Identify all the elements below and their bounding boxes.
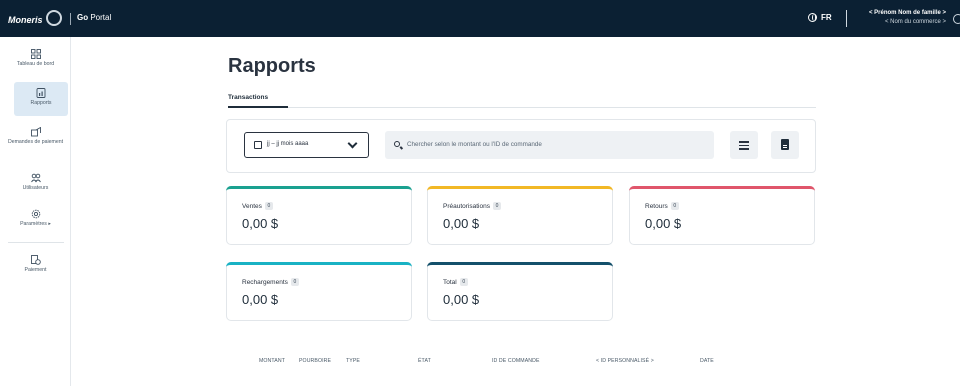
sidebar-item-label: Paramètres (20, 221, 47, 227)
moneris-logo[interactable]: Moneris (8, 10, 62, 28)
card-value: 0,00 $ (443, 216, 480, 231)
sidebar-item-payment[interactable]: Paiement (0, 255, 71, 273)
sliders-icon (739, 140, 749, 150)
card-value: 0,00 $ (443, 292, 480, 307)
sidebar-item-label: Tableau de bord (16, 61, 55, 67)
column-header-date[interactable]: DATE (700, 358, 714, 364)
card-accent (226, 186, 412, 191)
card-label: Ventes 0 (242, 202, 273, 210)
store-name: < Nom du commerce > (884, 19, 946, 25)
portal-suffix: Portal (90, 13, 112, 22)
column-header-type[interactable]: TYPE (346, 358, 360, 364)
sidebar: Tableau de bord Rapports Demandes de pai… (0, 37, 71, 386)
globe-icon (808, 13, 817, 22)
users-icon (30, 173, 41, 183)
count-badge: 0 (264, 202, 273, 210)
top-bar: Moneris Go Portal FR < Prénom Nom de fam… (0, 0, 960, 37)
card-label: Retours 0 (645, 202, 679, 210)
search-placeholder: Chercher selon le montant ou l'ID de com… (407, 141, 542, 148)
sidebar-divider (8, 242, 64, 243)
card-rechargements[interactable]: Rechargements 0 0,00 $ (226, 262, 412, 321)
user-menu[interactable]: < Prénom Nom de famille > < Nom du comme… (869, 9, 946, 27)
portal-name: Go Portal (77, 13, 111, 22)
search-icon (394, 141, 400, 147)
date-range-value: jj – jj mois aaaa (267, 141, 309, 147)
column-header-id-commande[interactable]: ID DE COMMANDE (492, 358, 540, 364)
card-value: 0,00 $ (645, 216, 682, 231)
card-ventes[interactable]: Ventes 0 0,00 $ (226, 186, 412, 245)
payment-request-icon (30, 127, 41, 137)
sidebar-item-label: Paiement (24, 267, 47, 273)
count-badge: 0 (290, 278, 299, 286)
sidebar-item-label: Rapports (30, 100, 52, 106)
card-value: 0,00 $ (242, 216, 279, 231)
card-accent (226, 262, 412, 267)
reports-icon (36, 88, 46, 98)
card-label: Préautorisations 0 (443, 202, 501, 210)
count-badge: 0 (492, 202, 501, 210)
column-header-etat[interactable]: ÉTAT (418, 358, 431, 364)
sidebar-item-label: Utilisateurs (22, 185, 49, 191)
card-total[interactable]: Total 0 0,00 $ (427, 262, 613, 321)
count-badge: 0 (670, 202, 679, 210)
card-label: Total 0 (443, 278, 468, 286)
sidebar-item-reports[interactable]: Rapports (14, 82, 68, 116)
sidebar-item-dashboard[interactable]: Tableau de bord (0, 49, 71, 67)
column-header-pourboire[interactable]: POURBOIRE (299, 358, 331, 364)
card-accent (427, 186, 613, 191)
dashboard-icon (30, 49, 41, 59)
tab-divider (228, 107, 816, 108)
user-divider (846, 10, 847, 27)
logo-divider (70, 13, 71, 25)
card-preautorisations[interactable]: Préautorisations 0 0,00 $ (427, 186, 613, 245)
page-title: Rapports (228, 55, 316, 77)
tab-transactions[interactable]: Transactions (228, 94, 268, 101)
export-button[interactable] (771, 131, 799, 159)
chevron-right-icon: ▸ (48, 221, 51, 227)
date-range-select[interactable]: jj – jj mois aaaa (244, 132, 369, 158)
sidebar-item-label: Demandes de paiement (7, 139, 64, 145)
sidebar-item-payment-requests[interactable]: Demandes de paiement (0, 127, 71, 145)
payment-icon (30, 255, 41, 265)
language-label: FR (821, 13, 832, 22)
count-badge: 0 (459, 278, 468, 286)
column-header-id-personnalise[interactable]: < ID PERSONNALISÉ > (596, 358, 654, 364)
search-input[interactable]: Chercher selon le montant ou l'ID de com… (385, 131, 714, 159)
card-label: Rechargements 0 (242, 278, 299, 286)
card-value: 0,00 $ (242, 292, 279, 307)
column-header-montant[interactable]: MONTANT (259, 358, 285, 364)
brand-name: Moneris (8, 15, 43, 25)
sidebar-item-users[interactable]: Utilisateurs (0, 173, 71, 191)
tab-active-indicator (228, 106, 288, 108)
filter-button[interactable] (730, 131, 758, 159)
logo-swirl-icon (45, 10, 62, 26)
user-name: < Prénom Nom de famille > (868, 10, 946, 16)
user-profile-icon[interactable] (953, 14, 960, 24)
document-icon (781, 139, 789, 150)
chevron-down-icon (347, 138, 358, 149)
language-toggle[interactable]: FR (808, 13, 832, 22)
card-accent (629, 186, 815, 191)
card-accent (427, 262, 613, 267)
settings-icon (31, 209, 40, 219)
portal-prefix: Go (77, 13, 89, 22)
calendar-icon (254, 141, 262, 149)
card-retours[interactable]: Retours 0 0,00 $ (629, 186, 815, 245)
sidebar-item-settings[interactable]: Paramètres ▸ (0, 209, 71, 227)
